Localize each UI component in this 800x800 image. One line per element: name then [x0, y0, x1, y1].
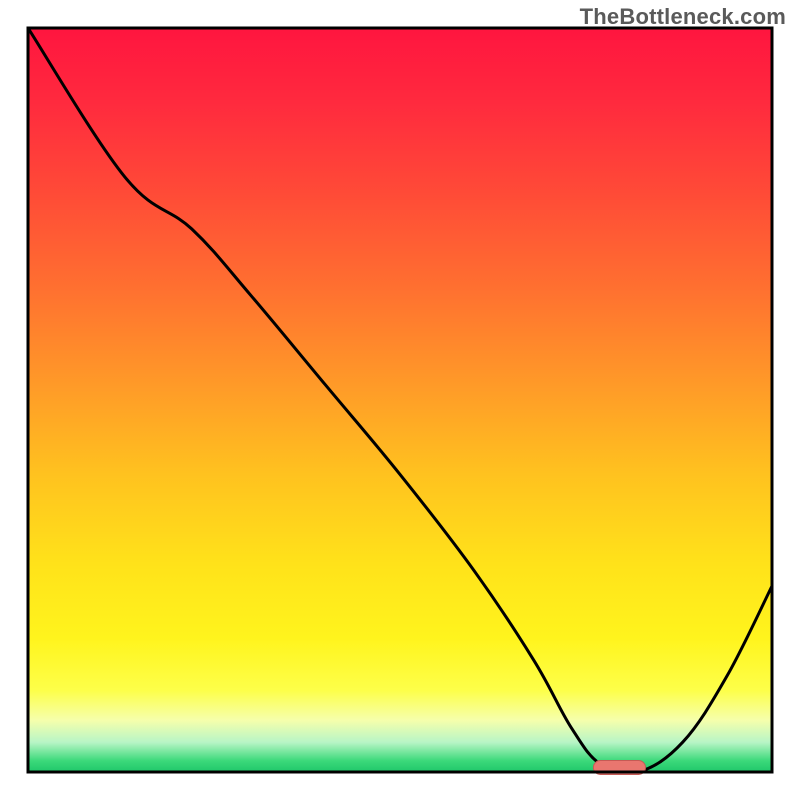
chart-stage: TheBottleneck.com	[0, 0, 800, 800]
chart-svg	[0, 0, 800, 800]
watermark-text: TheBottleneck.com	[580, 4, 786, 30]
plot-background	[28, 28, 772, 772]
